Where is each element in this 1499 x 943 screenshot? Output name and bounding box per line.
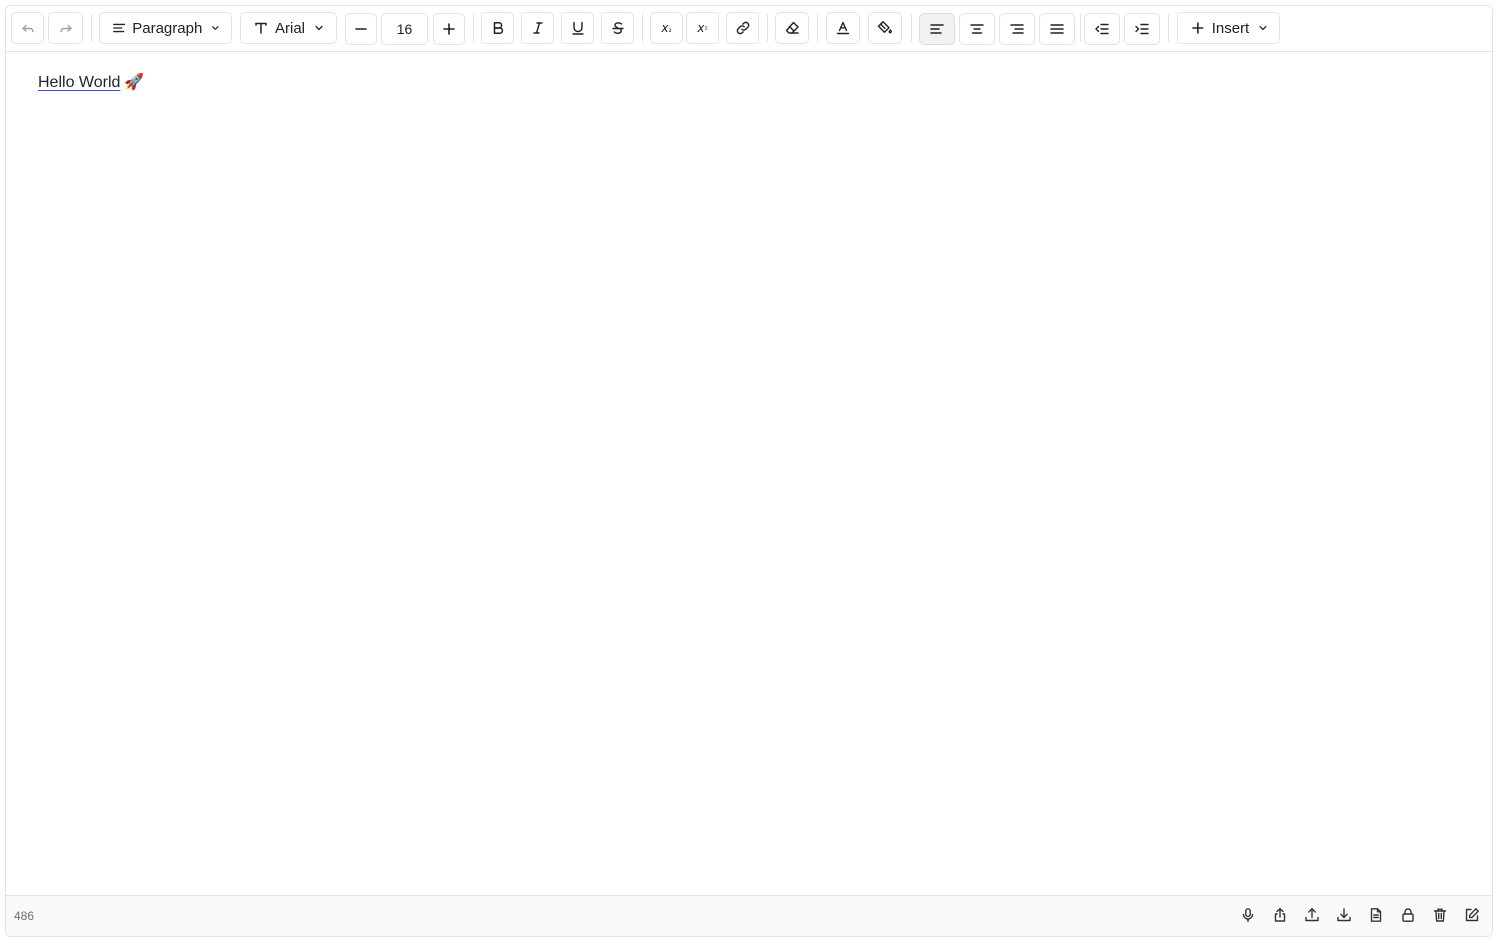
align-left-icon — [930, 24, 944, 34]
font-type-icon — [255, 22, 267, 34]
status-bar: 486 — [6, 895, 1492, 936]
underline-icon — [571, 21, 584, 35]
document-icon — [1370, 908, 1382, 922]
bold-button[interactable] — [481, 12, 514, 44]
chevron-down-icon — [1259, 25, 1267, 31]
toolbar-divider — [767, 14, 768, 42]
edit-icon — [1465, 908, 1479, 922]
italic-button[interactable] — [521, 12, 554, 44]
document-link[interactable]: Hello World — [38, 74, 120, 91]
toolbar-divider — [911, 14, 912, 42]
font-size-input[interactable] — [381, 13, 428, 45]
text-color-icon — [836, 21, 850, 35]
character-count: 486 — [14, 909, 35, 923]
paint-bucket-icon — [877, 21, 892, 34]
plus-icon — [443, 23, 455, 35]
highlight-color-button[interactable] — [868, 12, 902, 44]
upload-button[interactable] — [1304, 907, 1322, 925]
delete-button[interactable] — [1432, 907, 1450, 925]
editor-content[interactable]: Hello World 🚀 — [6, 52, 1492, 895]
chevron-down-icon — [212, 26, 219, 30]
edit-button[interactable] — [1464, 907, 1482, 925]
toolbar: Paragraph Arial x₂ — [6, 6, 1492, 52]
italic-icon — [532, 22, 543, 34]
justify-button[interactable] — [1039, 13, 1075, 45]
rich-text-editor: Paragraph Arial x₂ — [5, 5, 1493, 937]
align-left-button[interactable] — [919, 13, 955, 45]
microphone-button[interactable] — [1240, 907, 1258, 925]
indent-button[interactable] — [1124, 13, 1160, 45]
redo-button[interactable] — [48, 12, 83, 44]
rocket-emoji: 🚀 — [124, 72, 145, 91]
chevron-down-icon — [315, 25, 323, 31]
plus-icon — [1192, 22, 1204, 34]
insert-dropdown[interactable]: Insert — [1177, 12, 1280, 44]
document-button[interactable] — [1368, 907, 1386, 925]
text-color-button[interactable] — [826, 12, 860, 44]
font-family-label: Arial — [275, 19, 306, 37]
share-button[interactable] — [1272, 907, 1290, 925]
toolbar-divider — [91, 14, 92, 42]
clear-formatting-button[interactable] — [775, 12, 809, 44]
outdent-icon — [1095, 23, 1109, 35]
toolbar-divider — [473, 14, 474, 42]
align-right-icon — [1010, 24, 1024, 34]
share-icon — [1274, 908, 1286, 922]
insert-label: Insert — [1211, 19, 1250, 37]
strikethrough-icon — [611, 22, 624, 34]
microphone-icon — [1242, 908, 1254, 923]
block-type-label: Paragraph — [132, 19, 203, 37]
outdent-button[interactable] — [1084, 13, 1120, 45]
subscript-icon: x₂ — [661, 21, 672, 35]
decrease-font-size-button[interactable] — [345, 13, 377, 45]
undo-icon — [21, 24, 34, 33]
download-icon — [1337, 908, 1351, 922]
strikethrough-button[interactable] — [601, 12, 634, 44]
eraser-icon — [785, 21, 799, 34]
lock-icon — [1402, 908, 1414, 922]
indent-icon — [1135, 23, 1149, 35]
toolbar-divider — [1168, 14, 1169, 42]
toolbar-divider — [817, 14, 818, 42]
undo-button[interactable] — [11, 12, 44, 44]
align-center-icon — [970, 24, 984, 34]
document-paragraph[interactable]: Hello World 🚀 — [38, 72, 144, 92]
align-center-button[interactable] — [959, 13, 995, 45]
lock-button[interactable] — [1400, 907, 1418, 925]
download-button[interactable] — [1336, 907, 1354, 925]
link-icon — [736, 21, 749, 35]
toolbar-divider — [1080, 14, 1081, 42]
minus-icon — [355, 28, 367, 30]
toolbar-divider — [642, 14, 643, 42]
block-type-dropdown[interactable]: Paragraph — [99, 12, 232, 44]
align-justify-icon — [1050, 24, 1064, 34]
paragraph-icon — [113, 23, 126, 33]
increase-font-size-button[interactable] — [433, 13, 465, 45]
insert-link-button[interactable] — [726, 12, 759, 44]
upload-icon — [1305, 908, 1319, 922]
superscript-icon: x² — [697, 21, 708, 35]
subscript-button[interactable]: x₂ — [650, 12, 683, 44]
bold-icon — [493, 22, 503, 34]
redo-icon — [59, 24, 72, 33]
font-family-dropdown[interactable]: Arial — [240, 12, 337, 44]
trash-icon — [1433, 908, 1447, 922]
underline-button[interactable] — [561, 12, 594, 44]
superscript-button[interactable]: x² — [686, 12, 719, 44]
align-right-button[interactable] — [999, 13, 1035, 45]
